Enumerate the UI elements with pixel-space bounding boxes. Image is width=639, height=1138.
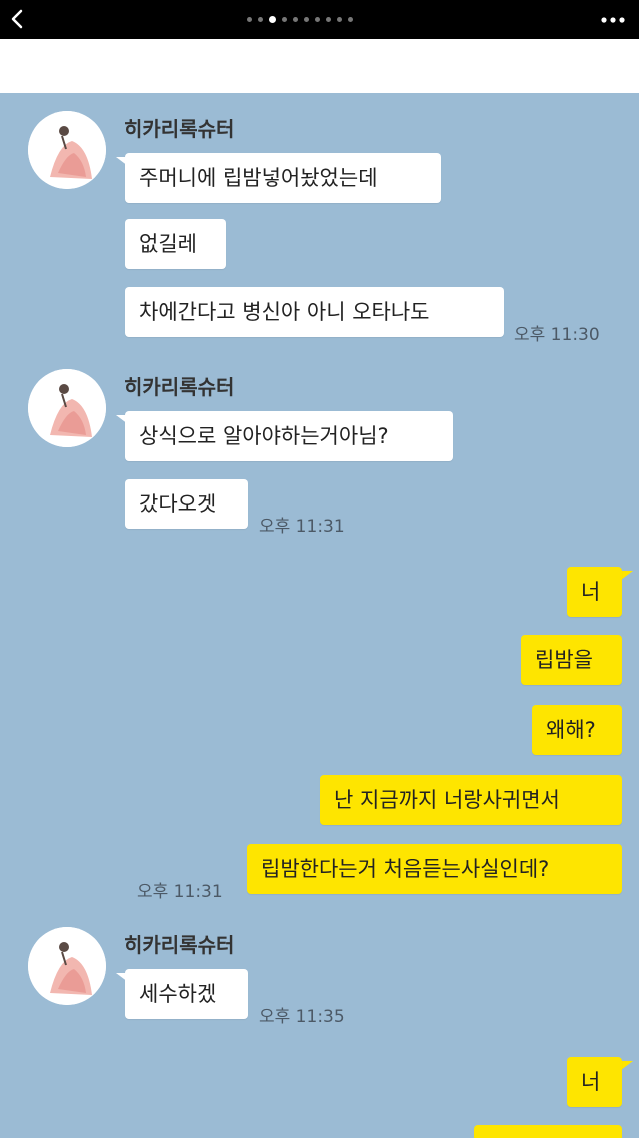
sender-name: 히카리록슈터 bbox=[124, 117, 235, 141]
bubble-tail bbox=[621, 1061, 633, 1070]
message-bubble[interactable]: 주머니에 립밤넣어놨었는데 bbox=[125, 153, 441, 203]
more-horizontal-icon[interactable] bbox=[601, 17, 625, 23]
message-bubble[interactable]: 차에간다고 병신아 아니 오타나도 bbox=[125, 287, 504, 337]
message-time: 오후 11:30 bbox=[514, 325, 600, 345]
avatar[interactable] bbox=[28, 369, 106, 447]
message-time: 오후 11:35 bbox=[259, 1007, 345, 1027]
page-indicator bbox=[247, 15, 353, 23]
page-dot-active bbox=[269, 15, 276, 23]
avatar[interactable] bbox=[28, 111, 106, 189]
header-spacer bbox=[0, 39, 639, 93]
message-bubble[interactable]: 갔다오겟 bbox=[125, 479, 248, 529]
profile-photo-icon bbox=[28, 111, 106, 189]
page-dot bbox=[258, 16, 263, 22]
page-dot bbox=[293, 16, 298, 22]
page-dot bbox=[304, 16, 309, 22]
profile-photo-icon bbox=[28, 927, 106, 1005]
page-dot bbox=[315, 16, 320, 22]
page-dot bbox=[247, 16, 252, 22]
page-dot bbox=[282, 16, 287, 22]
chevron-left-icon[interactable] bbox=[8, 9, 28, 29]
page-dot bbox=[337, 16, 342, 22]
message-time: 오후 11:31 bbox=[259, 517, 345, 537]
profile-photo-icon bbox=[28, 369, 106, 447]
sender-name: 히카리록슈터 bbox=[124, 933, 235, 957]
message-bubble[interactable]: 립밤한다는거 처음듣는사실인데? bbox=[247, 844, 622, 894]
bubble-tail bbox=[621, 571, 633, 580]
chat-area[interactable]: 히카리록슈터 주머니에 립밤넣어놨었는데 없길레 차에간다고 병신아 아니 오타… bbox=[0, 93, 639, 1138]
message-bubble[interactable]: 너 bbox=[567, 1057, 622, 1107]
sender-name: 히카리록슈터 bbox=[124, 375, 235, 399]
message-bubble[interactable]: 없길레 bbox=[125, 219, 226, 269]
avatar[interactable] bbox=[28, 927, 106, 1005]
top-bar bbox=[0, 0, 639, 39]
message-time: 오후 11:31 bbox=[137, 882, 223, 902]
message-bubble[interactable]: 립밤을 bbox=[521, 635, 622, 685]
page-dot bbox=[348, 16, 353, 22]
page-dot bbox=[326, 16, 331, 22]
message-bubble[interactable]: 세수하겠 bbox=[125, 969, 248, 1019]
message-bubble[interactable]: 왜해? bbox=[532, 705, 622, 755]
message-bubble-partial[interactable] bbox=[474, 1125, 622, 1138]
message-bubble[interactable]: 상식으로 알아야하는거아님? bbox=[125, 411, 453, 461]
message-bubble[interactable]: 너 bbox=[567, 567, 622, 617]
message-bubble[interactable]: 난 지금까지 너랑사귀면서 bbox=[320, 775, 622, 825]
